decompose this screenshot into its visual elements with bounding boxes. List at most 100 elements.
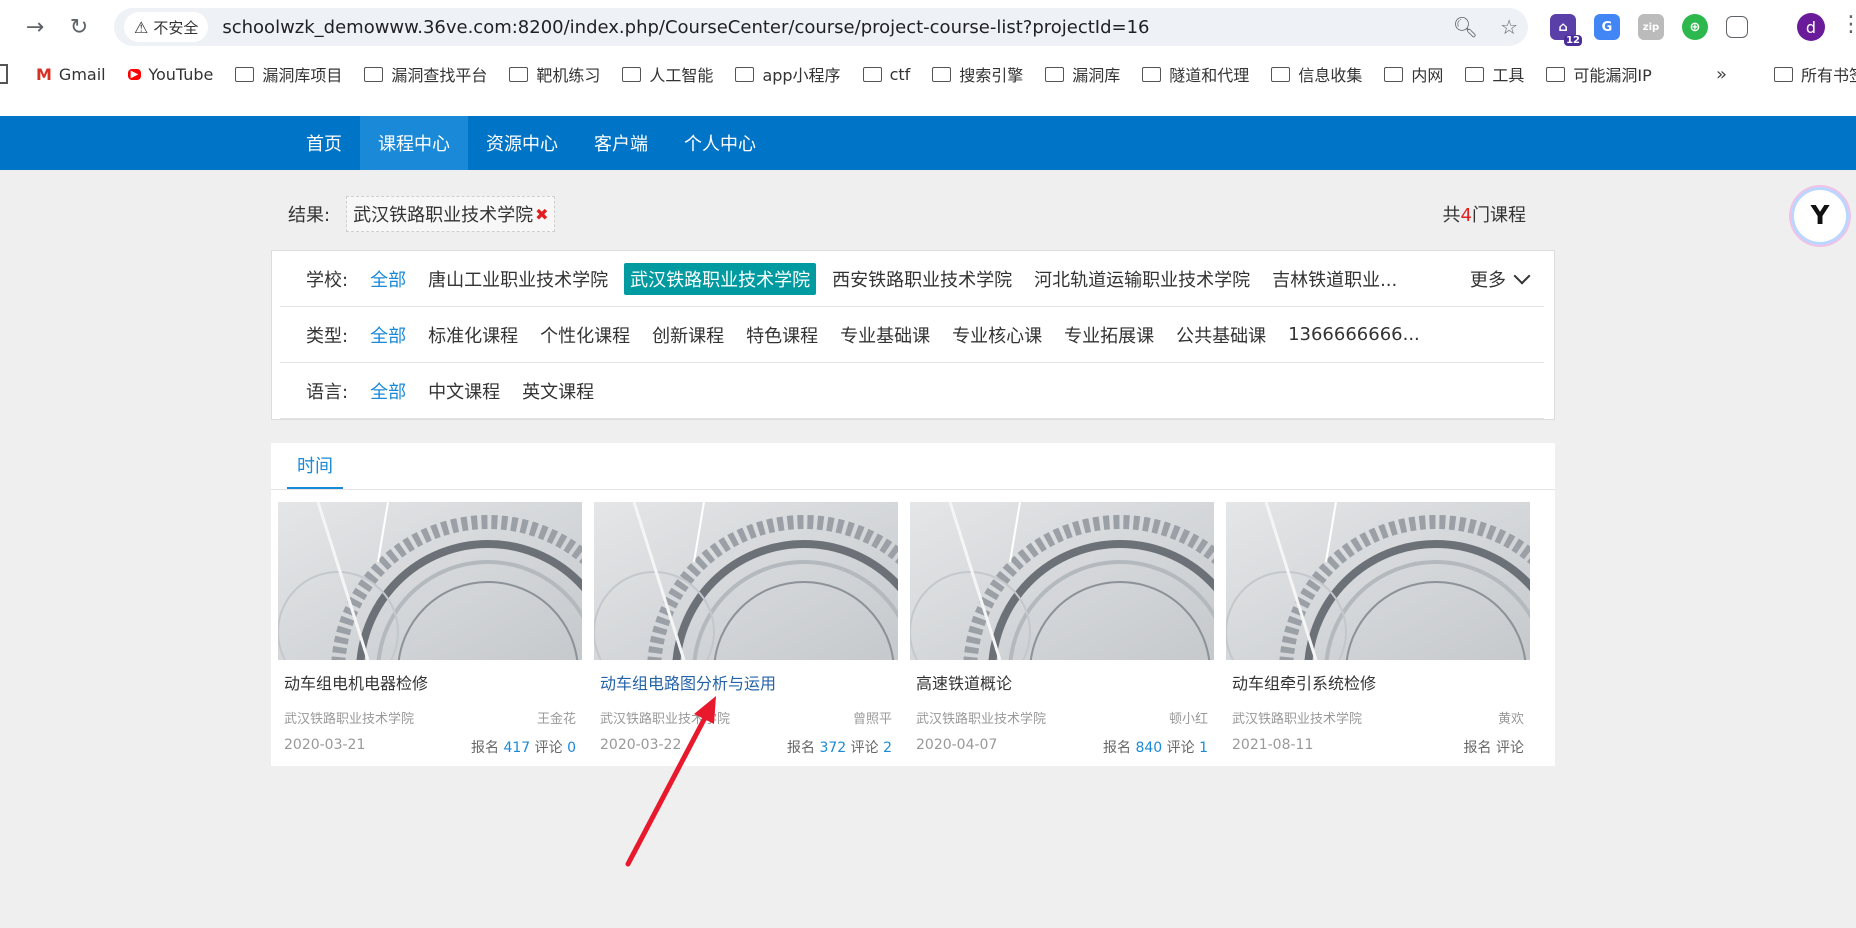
- filter-option[interactable]: 专业基础课: [840, 322, 930, 348]
- course-meta: 武汉铁路职业技术学院 黄欢: [1232, 708, 1524, 727]
- puzzle-icon[interactable]: [1726, 16, 1748, 38]
- filter-option[interactable]: 个性化课程: [540, 322, 630, 348]
- url-text[interactable]: schoolwzk_demowww.36ve.com:8200/index.ph…: [222, 17, 1149, 38]
- course-counts: 报名 评论: [1464, 737, 1524, 757]
- security-label: 不安全: [153, 18, 199, 37]
- zoom-icon[interactable]: 🔍︎: [1453, 15, 1478, 39]
- bookmark-list: M Gmail ▶ YouTube 漏洞库项目 漏洞查找平台 靶机练习 人工智能 app小程序 c…: [36, 62, 1674, 86]
- filter-option[interactable]: 专业核心课: [952, 322, 1042, 348]
- bookmark-item[interactable]: 漏洞库: [1045, 62, 1120, 86]
- bookmark-item[interactable]: ctf: [862, 64, 911, 84]
- nav-item[interactable]: 个人中心: [666, 116, 774, 170]
- course-thumbnail[interactable]: [594, 502, 898, 660]
- filter-row-language: 语言: 全部 中文课程 英文课程: [280, 363, 1544, 419]
- filter-option[interactable]: 西安铁路职业技术学院: [832, 266, 1012, 292]
- bookmark-item[interactable]: 工具: [1465, 62, 1524, 86]
- course-stats: 2020-04-07 报名 840 评论 1: [916, 737, 1208, 757]
- bookmark-label: YouTube: [148, 64, 214, 84]
- filter-option[interactable]: 公共基础课: [1176, 322, 1266, 348]
- course-card[interactable]: 动车组牵引系统检修 武汉铁路职业技术学院 黄欢 2021-08-11 报名 评论: [1226, 502, 1530, 757]
- bookmark-item[interactable]: 人工智能: [622, 62, 713, 86]
- filter-option[interactable]: 吉林铁道职业...: [1272, 266, 1397, 292]
- course-title[interactable]: 动车组电机电器检修: [284, 670, 582, 694]
- avatar[interactable]: d: [1797, 13, 1825, 41]
- bookmark-item[interactable]: ▶ YouTube: [127, 64, 214, 84]
- result-bar: 结果: 武汉铁路职业技术学院 ✖ 共4门课程: [272, 196, 1554, 232]
- all-bookmarks[interactable]: 所有书签: [1774, 56, 1856, 92]
- extension-badge: 12: [1564, 35, 1582, 46]
- forward-icon[interactable]: →: [20, 12, 50, 42]
- filter-option[interactable]: 英文课程: [522, 378, 594, 404]
- filter-tag: 武汉铁路职业技术学院 ✖: [346, 196, 556, 232]
- course-card[interactable]: 高速铁道概论 武汉铁路职业技术学院 顿小红 2020-04-07 报名 840 评论 1: [910, 502, 1214, 757]
- bookmark-item[interactable]: app小程序: [735, 62, 841, 86]
- filter-option[interactable]: 创新课程: [652, 322, 724, 348]
- omnibox[interactable]: ⚠ 不安全 schoolwzk_demowww.36ve.com:8200/in…: [114, 8, 1528, 46]
- tab-time[interactable]: 时间: [287, 443, 343, 489]
- bookmark-item[interactable]: 信息收集: [1271, 62, 1362, 86]
- more-button[interactable]: 更多: [1470, 266, 1531, 292]
- course-school: 武汉铁路职业技术学院: [916, 712, 1047, 727]
- bookmark-item[interactable]: 靶机练习: [509, 62, 600, 86]
- bookmark-item[interactable]: 内网: [1384, 62, 1443, 86]
- course-thumbnail[interactable]: [910, 502, 1214, 660]
- bookmark-item[interactable]: 可能漏洞IP: [1546, 62, 1652, 86]
- course-title[interactable]: 动车组牵引系统检修: [1232, 670, 1530, 694]
- close-icon[interactable]: ✖: [535, 205, 548, 224]
- folder-icon: [932, 66, 952, 82]
- course-card[interactable]: 动车组电路图分析与运用 武汉铁路职业技术学院 曾照平 2020-03-22 报名 372…: [594, 502, 898, 757]
- assistant-icon[interactable]: Y: [1794, 190, 1846, 242]
- all-bookmarks-label: 所有书签: [1801, 66, 1856, 85]
- total-count: 4: [1460, 205, 1472, 226]
- bookmark-item[interactable]: 漏洞库项目: [235, 62, 342, 86]
- nav-item[interactable]: 资源中心: [468, 116, 576, 170]
- more-bookmarks-icon[interactable]: »: [1716, 56, 1727, 92]
- kebab-menu-icon[interactable]: ⋮: [1840, 12, 1856, 37]
- nav-item[interactable]: 客户端: [576, 116, 666, 170]
- filter-option[interactable]: 专业拓展课: [1064, 322, 1154, 348]
- course-thumbnail[interactable]: [1226, 502, 1530, 660]
- course-title[interactable]: 高速铁道概论: [916, 670, 1214, 694]
- filter-option[interactable]: 全部: [370, 266, 406, 292]
- nav-item[interactable]: 首页: [288, 116, 360, 170]
- enroll-label: 报名: [786, 740, 815, 756]
- course-card[interactable]: 动车组电机电器检修 武汉铁路职业技术学院 王金花 2020-03-21 报名 417 评…: [278, 502, 582, 757]
- course-thumbnail[interactable]: [278, 502, 582, 660]
- bookmark-label: ctf: [889, 64, 911, 84]
- filter-option[interactable]: 特色课程: [746, 322, 818, 348]
- comment-count: 0: [567, 740, 576, 756]
- proxy-icon[interactable]: ⊕: [1682, 14, 1708, 40]
- course-stats: 2020-03-21 报名 417 评论 0: [284, 737, 576, 757]
- security-chip[interactable]: ⚠ 不安全: [124, 12, 209, 42]
- course-stats: 2020-03-22 报名 372 评论 2: [600, 737, 892, 757]
- filter-option[interactable]: 全部: [370, 322, 406, 348]
- folder-icon: [509, 66, 529, 82]
- gitzip-icon[interactable]: zip: [1638, 14, 1664, 40]
- filter-option[interactable]: 1366666666...: [1288, 324, 1420, 345]
- apps-icon[interactable]: [0, 64, 8, 84]
- filter-option[interactable]: 武汉铁路职业技术学院: [624, 262, 817, 295]
- filter-option[interactable]: 唐山工业职业技术学院: [428, 266, 608, 292]
- reload-icon[interactable]: ↻: [64, 12, 94, 42]
- filter-option[interactable]: 全部: [370, 378, 406, 404]
- bookmark-star-icon[interactable]: ☆: [1500, 15, 1518, 39]
- course-thumbnail-art: [910, 502, 1214, 660]
- bookmark-item[interactable]: 搜索引擎: [932, 62, 1023, 86]
- filter-option[interactable]: 河北轨道运输职业技术学院: [1034, 266, 1250, 292]
- bookmark-item[interactable]: 隧道和代理: [1142, 62, 1249, 86]
- translate-icon[interactable]: G: [1594, 14, 1620, 40]
- chevron-down-icon: [1513, 267, 1531, 284]
- filter-option[interactable]: 标准化课程: [428, 322, 518, 348]
- bookmark-item[interactable]: M Gmail: [36, 65, 106, 84]
- nav-item[interactable]: 课程中心: [360, 116, 468, 170]
- filter-option[interactable]: 中文课程: [428, 378, 500, 404]
- bookmark-label: Gmail: [58, 64, 106, 84]
- comment-label: 评论: [1496, 740, 1524, 756]
- nav-list: 首页 课程中心 资源中心 客户端 个人中心: [288, 116, 774, 170]
- enroll-label: 报名: [1463, 740, 1492, 756]
- course-title[interactable]: 动车组电路图分析与运用: [600, 670, 898, 694]
- folder-icon: [1384, 66, 1404, 82]
- bookmark-item[interactable]: 漏洞查找平台: [364, 62, 487, 86]
- extension-home-icon[interactable]: ⌂ 12: [1550, 14, 1582, 46]
- course-counts: 报名 840 评论 1: [1103, 737, 1208, 757]
